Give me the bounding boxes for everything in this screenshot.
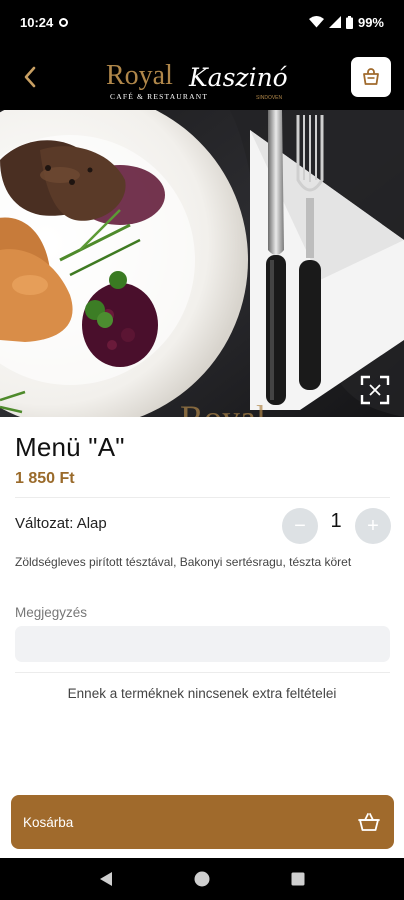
status-right: 99% (308, 14, 384, 30)
nav-back-button[interactable] (95, 868, 117, 890)
battery-icon (345, 15, 353, 29)
status-bar: 10:24 99% (0, 0, 404, 44)
chevron-left-icon (24, 66, 36, 88)
square-recents-icon (291, 872, 305, 886)
status-left: 10:24 (20, 14, 69, 30)
basket-icon (356, 809, 382, 835)
extras-message: Ennek a terméknek nincsenek extra feltét… (67, 686, 337, 701)
product-description: Zöldségleves pirított tésztával, Bakonyi… (15, 555, 352, 569)
product-title: Menü "A" (15, 432, 125, 462)
variant-value: Alap (76, 515, 107, 532)
status-time: 10:24 (20, 14, 54, 30)
product-image: Royal (0, 110, 404, 417)
quantity-decrease-button[interactable]: − (282, 508, 318, 544)
minus-icon: − (294, 515, 306, 537)
wifi-icon (308, 16, 324, 28)
quantity-increase-button[interactable]: + (355, 508, 391, 544)
restaurant-logo: Royal Kaszinó CAFÉ & RESTAURANT SINDOVEN (106, 60, 288, 101)
cart-button[interactable] (351, 57, 391, 97)
quantity-value: 1 (330, 510, 342, 532)
triangle-back-icon (100, 872, 112, 886)
note-label: Megjegyzés (15, 605, 88, 620)
logo-subtitle: CAFÉ & RESTAURANT (110, 91, 208, 101)
nav-home-button[interactable] (191, 868, 213, 890)
note-input[interactable] (15, 626, 390, 662)
system-nav-bar (0, 858, 404, 900)
back-button[interactable] (10, 57, 50, 97)
product-price: 1 850 Ft (15, 470, 75, 487)
shopping-bag-icon (363, 68, 379, 85)
circle-home-icon (194, 871, 210, 887)
sync-status-icon (59, 17, 69, 27)
svg-text:Royal: Royal (180, 398, 266, 417)
dish-photo: Royal (0, 110, 404, 417)
expand-image-button[interactable] (358, 373, 392, 407)
nav-recents-button[interactable] (287, 868, 309, 890)
variant-label: Változat: (15, 515, 74, 532)
add-to-cart-button[interactable]: Kosárba (11, 795, 394, 849)
plus-icon: + (367, 515, 379, 537)
divider (15, 672, 390, 673)
variant-row: Változat: Alap (15, 515, 107, 532)
app-header: Royal Kaszinó CAFÉ & RESTAURANT SINDOVEN (0, 44, 404, 110)
fullscreen-icon (360, 375, 390, 405)
divider (15, 497, 390, 498)
signal-icon (328, 16, 341, 28)
add-to-cart-label: Kosárba (23, 814, 74, 830)
logo-text-royal: Royal (106, 60, 173, 91)
logo-tag: SINDOVEN (256, 95, 283, 101)
logo-text-kaszino: Kaszinó (188, 63, 288, 92)
battery-percent: 99% (357, 14, 384, 30)
